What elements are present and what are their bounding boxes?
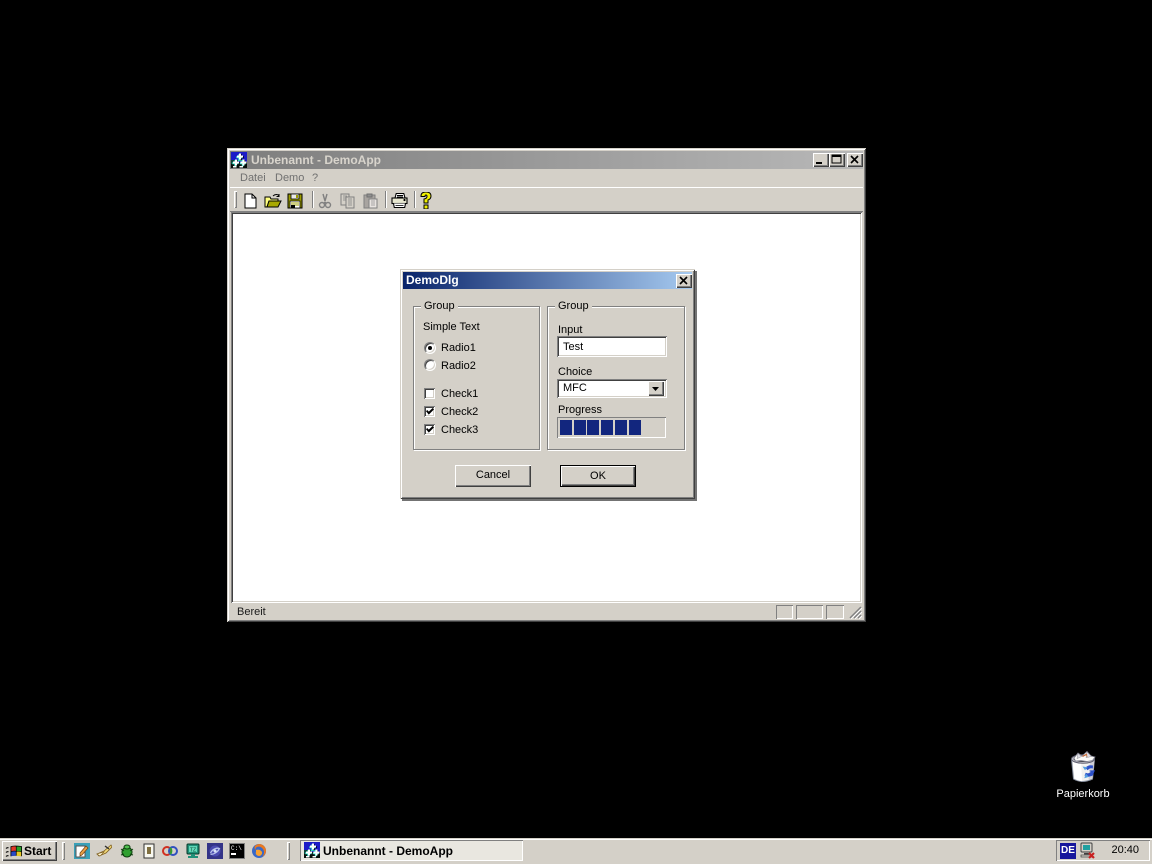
svg-text:C:\: C:\ [231,845,242,852]
svg-text:TZ: TZ [190,848,196,854]
